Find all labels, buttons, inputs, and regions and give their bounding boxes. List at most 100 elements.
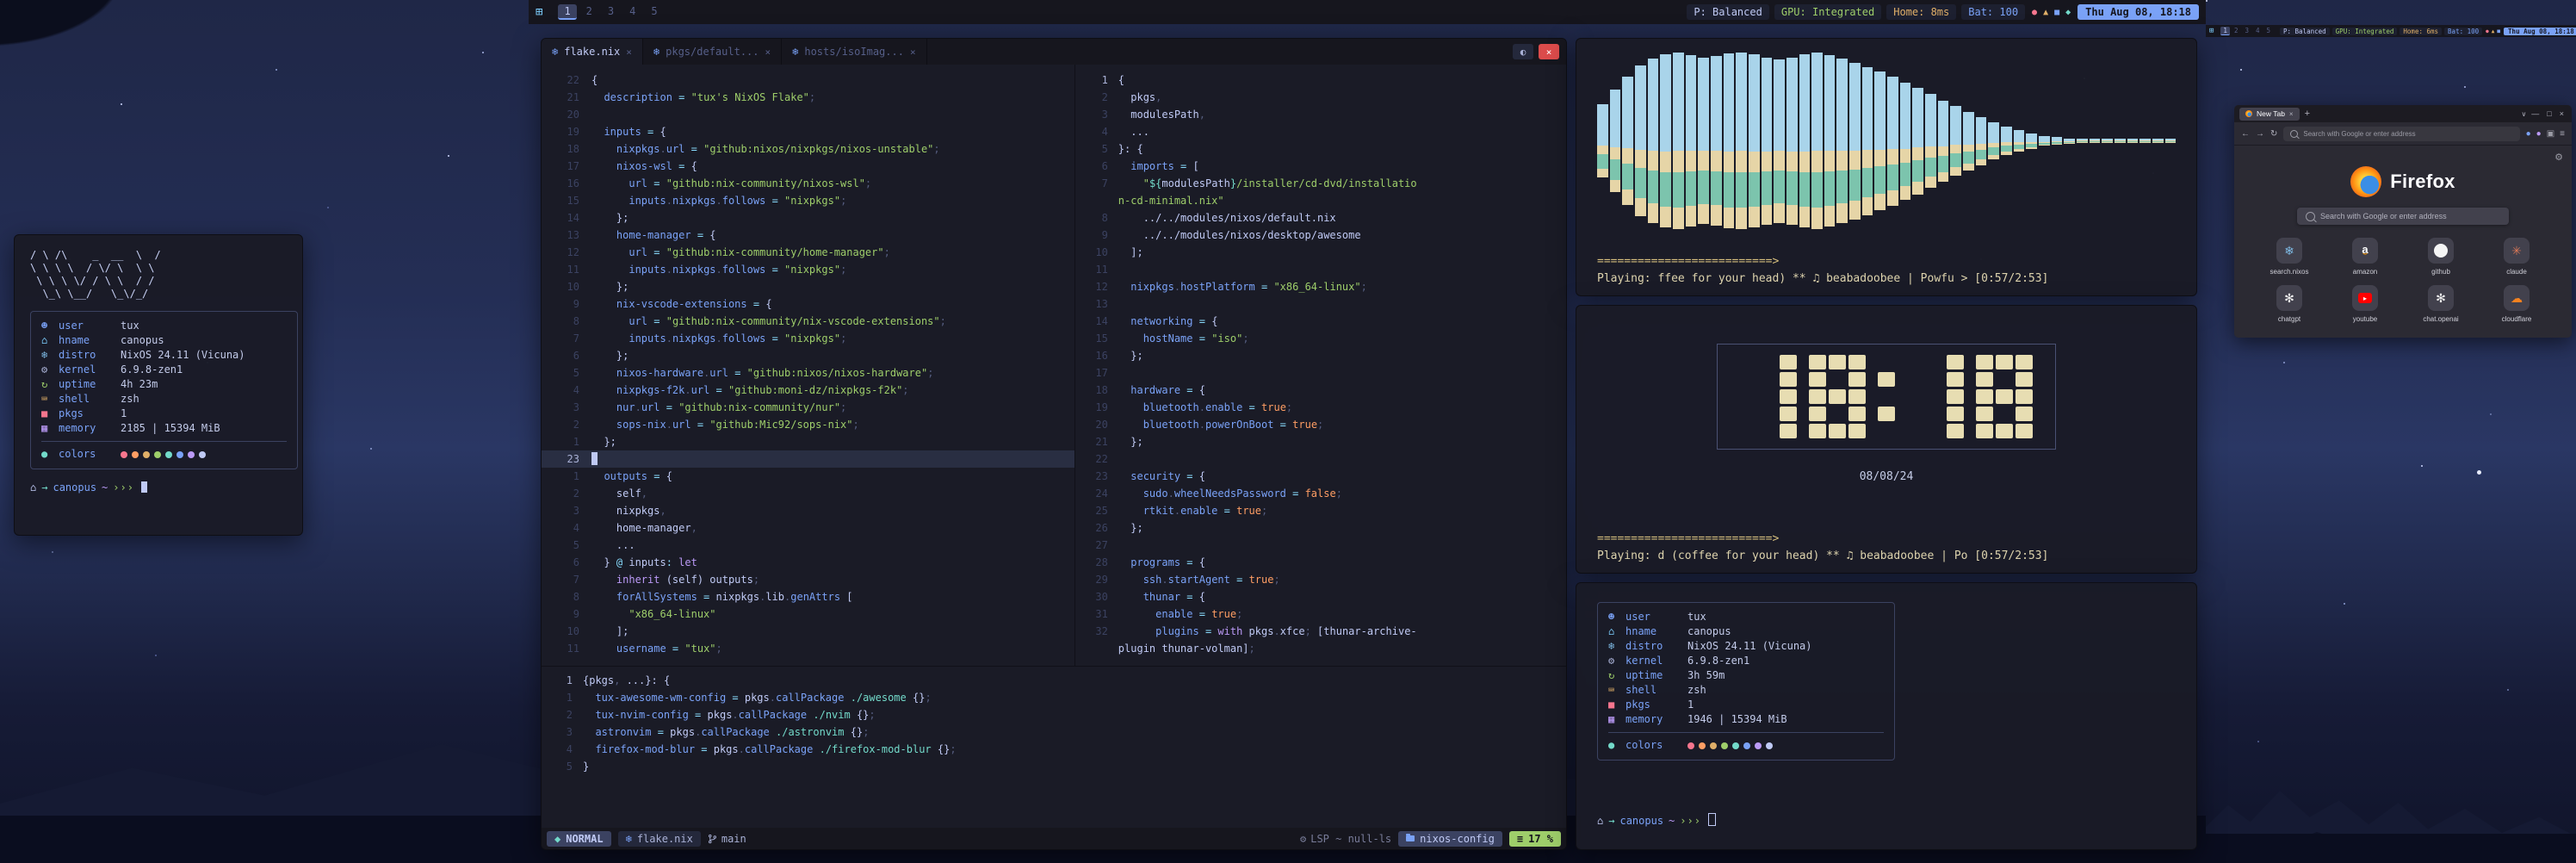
divider <box>1608 732 1884 733</box>
shortcut-search.nixos[interactable]: ❄search.nixos <box>2251 238 2327 276</box>
shortcut-github[interactable]: github <box>2403 238 2479 276</box>
personalize-gear-icon[interactable]: ⚙ <box>2554 152 2563 163</box>
address-bar[interactable]: Search with Google or enter address <box>2283 127 2519 141</box>
tag-1[interactable]: 1 <box>558 4 576 20</box>
code-line: 8 url = "github:nix-community/nix-vscode… <box>542 313 1074 330</box>
fetch-row-hname: ⌂hnamecanopus <box>41 333 287 348</box>
cava-bar <box>1648 53 1659 229</box>
arrow-icon: → <box>1608 815 1614 827</box>
tag-4[interactable]: 4 <box>623 4 641 20</box>
editor-pane-iso[interactable]: 1{2 pkgs,3 modulesPath,4 ...5}: {6 impor… <box>1074 65 1566 666</box>
editor-tab-hosts/isoImag...[interactable]: ❄hosts/isoImag...× <box>782 39 926 65</box>
status-widget: GPU: Integrated <box>1774 4 1881 20</box>
shortcut-claude[interactable]: ✳claude <box>2479 238 2554 276</box>
tray-icon-3[interactable]: ■ <box>2497 28 2500 34</box>
git-branch: main <box>708 833 746 845</box>
toolbar-icon-4[interactable]: ≡ <box>2560 129 2565 139</box>
back-icon[interactable]: ← <box>2241 129 2250 139</box>
editor-pane-pkgs[interactable]: 1{pkgs, ...}: {1 tux-awesome-wm-config =… <box>542 666 1566 828</box>
mode-label: NORMAL <box>566 833 603 845</box>
terminal-fastfetch[interactable]: ☻usertux⌂hnamecanopus❄distroNixOS 24.11 … <box>1576 582 2197 850</box>
shortcut-chat.openai[interactable]: ✻chat.openai <box>2403 285 2479 323</box>
tag-4[interactable]: 4 <box>2253 27 2263 35</box>
status-widget: Bat: 100 <box>1961 4 2025 20</box>
tray-icon-2[interactable]: ▲ <box>2492 28 2495 34</box>
tag-2[interactable]: 2 <box>2232 27 2241 35</box>
shortcut-amazon[interactable]: a⌣amazon <box>2327 238 2403 276</box>
toolbar-icons: ● ● ▣ ≡ <box>2526 129 2565 139</box>
palette-dot <box>1699 742 1706 749</box>
tray-icon-2[interactable]: ▲ <box>2043 8 2048 17</box>
tag-3[interactable]: 3 <box>2242 27 2251 35</box>
terminal-cursor <box>1708 813 1716 826</box>
toolbar-icon-2[interactable]: ● <box>2536 129 2542 139</box>
code-line: 4 home-manager, <box>542 519 1074 537</box>
cava-bar <box>1774 53 1785 229</box>
newtab-search-input[interactable]: Search with Google or enter address <box>2297 208 2509 225</box>
desktop: ⊞ 12345 P: BalancedGPU: IntegratedHome: … <box>0 0 2576 863</box>
cava-bar <box>1938 53 1949 229</box>
close-buffer-button[interactable]: × <box>1539 44 1559 59</box>
code-line: 13 home-manager = { <box>542 227 1074 244</box>
editor-pane-flake[interactable]: 22{21 description = "tux's NixOS Flake";… <box>542 65 1074 666</box>
tray-icon-1[interactable]: ● <box>2032 8 2037 17</box>
shortcut-cloudflare[interactable]: ☁cloudflare <box>2479 285 2554 323</box>
cava-bar <box>2077 53 2088 229</box>
toolbar-icon-3[interactable]: ▣ <box>2547 129 2554 139</box>
tab-close-icon[interactable]: × <box>626 47 632 58</box>
close-icon[interactable]: × <box>2560 109 2564 118</box>
tray-icon-3[interactable]: ■ <box>2054 8 2059 17</box>
new-tab-button[interactable]: + <box>2305 109 2310 119</box>
shell-prompt[interactable]: ⌂→canopus~››› <box>1597 813 2176 830</box>
chatgpt-icon: ✻ <box>2276 285 2302 311</box>
tab-close-icon[interactable]: × <box>2289 110 2294 118</box>
browser-tab[interactable]: New Tab × <box>2239 108 2300 121</box>
list-tabs-icon[interactable]: ∨ <box>2521 110 2526 118</box>
reload-icon[interactable]: ↻ <box>2270 129 2277 139</box>
cava-bar <box>1912 53 1923 229</box>
cwd-label: nixos-config <box>1420 833 1495 845</box>
user-icon: ☻ <box>1608 610 1625 624</box>
palette-dot <box>1687 742 1694 749</box>
terminal-fastfetch-left[interactable]: / \ /\ _ __ \ / \ \ \ \ / \/ \ \ \ \ \ \… <box>14 234 303 536</box>
nix-file-icon: ❄ <box>552 46 558 58</box>
lsp-status: ⚙ LSP ~ null-ls <box>1300 833 1391 845</box>
editor-tab-flake.nix[interactable]: ❄flake.nix× <box>542 39 643 65</box>
tag-5[interactable]: 5 <box>2263 27 2273 35</box>
palette-dot <box>1755 742 1762 749</box>
prompt-path: ~ <box>102 481 108 494</box>
minimize-icon[interactable]: — <box>2531 109 2539 118</box>
editor-tab-pkgs/default...[interactable]: ❄pkgs/default...× <box>643 39 782 65</box>
code-line: 2 pkgs, <box>1075 89 1566 106</box>
lines-icon: ≡ <box>1517 833 1523 845</box>
shell-prompt[interactable]: ⌂→canopus~››› <box>30 481 287 494</box>
nix-file-icon: ❄ <box>653 46 659 58</box>
tray-icon-1[interactable]: ● <box>2486 28 2489 34</box>
tag-3[interactable]: 3 <box>602 4 620 20</box>
tab-close-icon[interactable]: × <box>765 47 771 58</box>
tab-close-icon[interactable]: × <box>910 47 916 58</box>
tag-2[interactable]: 2 <box>580 4 598 20</box>
clock-digit <box>1907 355 1964 438</box>
code-line: 25 rtkit.enable = true; <box>1075 502 1566 519</box>
forward-icon[interactable]: → <box>2256 129 2264 139</box>
terminal-clock[interactable]: 08/08/24 ==========================> Pla… <box>1576 305 2197 574</box>
tag-1[interactable]: 1 <box>2220 27 2230 35</box>
menu-icon[interactable]: ⊞ <box>536 5 542 19</box>
palette-dot <box>165 451 172 458</box>
tray-icon-4[interactable]: ◆ <box>2065 8 2071 17</box>
maximize-icon[interactable]: □ <box>2547 109 2551 118</box>
theme-toggle-button[interactable]: ◐ <box>1513 44 1533 59</box>
menu-icon[interactable]: ⊞ <box>2209 27 2214 35</box>
clock-digit <box>1976 355 2033 438</box>
cava-bar <box>1660 53 1671 229</box>
code-line: 3 modulesPath, <box>1075 106 1566 123</box>
tag-5[interactable]: 5 <box>645 4 663 20</box>
shortcut-youtube[interactable]: ▸youtube <box>2327 285 2403 323</box>
toolbar-icon-1[interactable]: ● <box>2526 129 2531 139</box>
shortcut-chatgpt[interactable]: ✻chatgpt <box>2251 285 2327 323</box>
terminal-cava[interactable]: ==========================> Playing: ffe… <box>1576 38 2197 296</box>
neovim-window[interactable]: ❄flake.nix×❄pkgs/default...×❄hosts/isoIm… <box>541 38 1567 850</box>
firefox-window[interactable]: New Tab × + ∨ — □ × ← → ↻ Search with Google… <box>2234 105 2572 338</box>
cava-bar <box>1799 53 1811 229</box>
